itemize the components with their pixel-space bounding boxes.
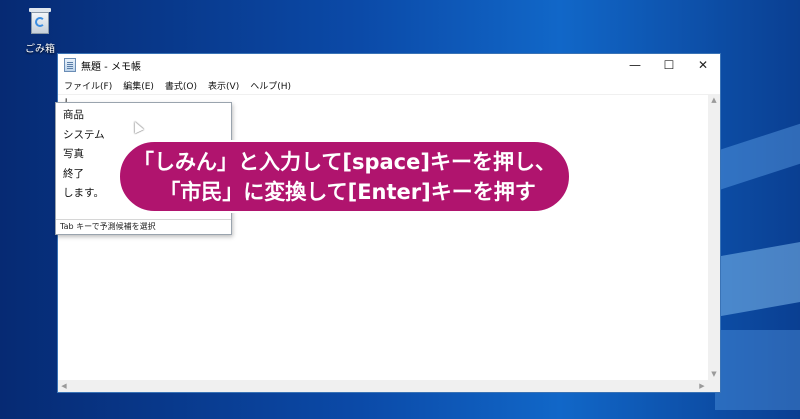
scroll-right-icon[interactable]: ▶ xyxy=(696,380,708,392)
menu-bar: ファイル(F) 編集(E) 書式(O) 表示(V) ヘルプ(H) xyxy=(58,76,720,94)
scroll-down-icon[interactable]: ▼ xyxy=(708,368,720,380)
scroll-left-icon[interactable]: ◀ xyxy=(58,380,70,392)
notepad-icon xyxy=(64,58,76,72)
close-button[interactable]: ✕ xyxy=(686,54,720,76)
minimize-button[interactable]: — xyxy=(618,54,652,76)
menu-file[interactable]: ファイル(F) xyxy=(64,79,112,92)
recycle-bin-shortcut[interactable]: ごみ箱 xyxy=(18,6,62,55)
recycle-bin-label: ごみ箱 xyxy=(25,44,55,55)
menu-edit[interactable]: 編集(E) xyxy=(123,79,154,92)
title-bar[interactable]: 無題 - メモ帳 — ☐ ✕ xyxy=(58,54,720,76)
callout-line-2: 「市民」に変換して[Enter]キーを押す xyxy=(159,179,536,204)
recycle-bin-icon xyxy=(27,6,53,36)
candidate-hint: Tab キーで予測候補を選択 xyxy=(56,219,231,234)
wallpaper-light-beam xyxy=(715,330,800,410)
horizontal-scrollbar[interactable]: ◀ ▶ xyxy=(58,380,708,392)
vertical-scrollbar[interactable]: ▲ ▼ xyxy=(708,94,720,380)
size-grip[interactable] xyxy=(708,380,720,392)
window-title: 無題 - メモ帳 xyxy=(81,61,141,73)
menu-help[interactable]: ヘルプ(H) xyxy=(250,79,291,92)
scroll-up-icon[interactable]: ▲ xyxy=(708,94,720,106)
menu-view[interactable]: 表示(V) xyxy=(208,79,239,92)
menu-format[interactable]: 書式(O) xyxy=(165,79,197,92)
maximize-button[interactable]: ☐ xyxy=(652,54,686,76)
callout-line-1: 「しみん」と入力して[space]キーを押し、 xyxy=(133,149,556,174)
candidate-item[interactable]: 商品 xyxy=(56,106,231,126)
instruction-callout: 「しみん」と入力して[space]キーを押し、 「市民」に変換して[Enter]… xyxy=(118,140,571,213)
